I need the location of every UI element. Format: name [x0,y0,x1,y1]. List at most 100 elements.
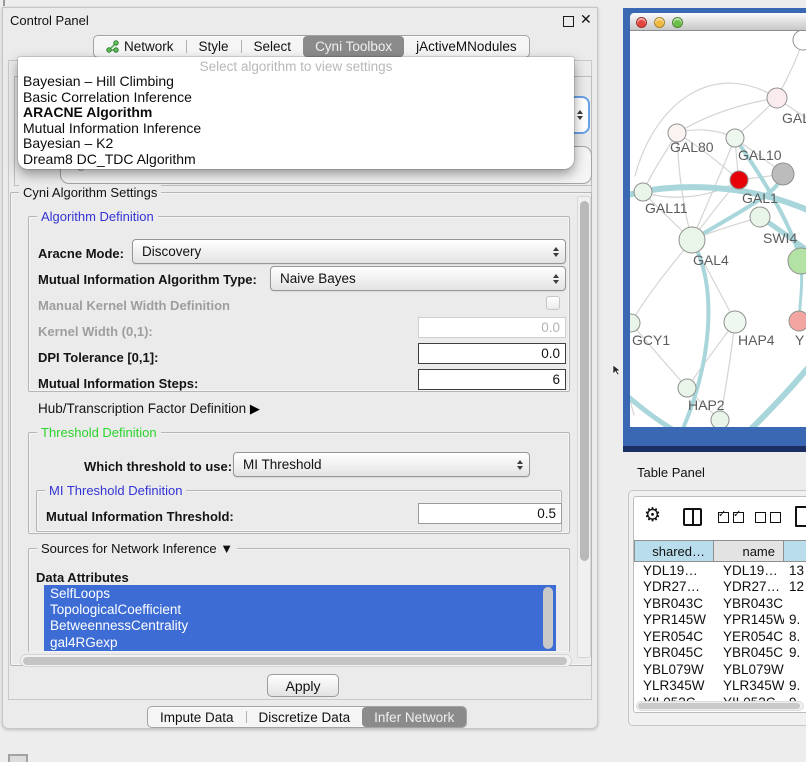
popup-item[interactable]: Dream8 DC_TDC Algorithm [18,152,574,168]
settings-horizontal-scrollbar[interactable] [20,654,572,667]
mi-steps-label: Mutual Information Steps: [38,376,198,391]
network-node-y[interactable] [789,311,806,331]
collapse-down-icon[interactable]: ▼ [220,541,233,556]
tab-infer-network[interactable]: Infer Network [362,707,466,727]
network-edge [726,353,806,427]
tab-discretize-data[interactable]: Discretize Data [247,707,363,727]
table-cell: YBL079W [714,662,784,677]
table-row[interactable]: YER054CYER054C8. [634,628,806,645]
popup-item[interactable]: ARACNE Algorithm [18,105,574,121]
aracne-mode-combo[interactable]: Discovery [132,239,566,264]
settings-vertical-scrollbar[interactable] [577,196,591,658]
column-header[interactable]: name [714,540,784,562]
network-node-swi4[interactable] [750,207,770,227]
popup-item[interactable]: Mutual Information Inference [18,121,574,137]
node-label: Y [795,332,805,348]
network-canvas[interactable]: GALGAL80GAL10GAL1GAL11SWI4GAL4GCY1HAP4YH… [630,31,806,427]
kernel-width-field[interactable]: 0.0 [418,317,566,338]
data-attributes-list[interactable]: SelfLoopsTopologicalCoefficientBetweenne… [44,585,556,651]
which-threshold-value: MI Threshold [243,457,322,472]
mi-type-value: Naive Bayes [280,271,356,286]
tab-impute-data[interactable]: Impute Data [148,707,246,727]
table-horizontal-scrollbar[interactable] [636,701,804,711]
table-cell: 9. [784,645,806,660]
column-header[interactable]: shared… [634,540,714,562]
table-cell: YLR345W [634,678,714,693]
popup-item[interactable]: Bayesian – Hill Climbing [18,74,574,90]
popup-item[interactable]: Bayesian – K2 [18,136,574,152]
threshold-definition-title: Threshold Definition [37,425,161,440]
aracne-mode-value: Discovery [142,244,201,259]
node-label: GAL [782,110,806,126]
minimize-traffic-light-icon[interactable] [654,17,665,28]
network-node-gal11[interactable] [634,183,652,201]
network-edge [687,322,735,388]
table-cell: 8. [784,629,806,644]
network-node-hap2[interactable] [678,379,696,397]
network-node-gcy1[interactable] [630,314,640,332]
which-threshold-combo[interactable]: MI Threshold [233,452,530,477]
scrollbar-thumb[interactable] [23,657,567,665]
table-cell: 9. [784,678,806,693]
network-graph: GALGAL80GAL10GAL1GAL11SWI4GAL4GCY1HAP4YH… [630,31,806,427]
tab-jactivemnodules[interactable]: jActiveMNodules [404,36,529,57]
close-icon[interactable]: ✕ [580,11,592,28]
network-node-gal10[interactable] [726,129,744,147]
list-item[interactable]: BetweennessCentrality [44,618,556,634]
network-node-gal[interactable] [767,88,787,108]
apply-button[interactable]: Apply [267,674,339,697]
list-item[interactable]: gal4RGexp [44,634,556,650]
list-item[interactable]: TopologicalCoefficient [44,601,556,617]
network-window-frame-bottom [623,446,806,452]
list-scrollbar-thumb[interactable] [543,587,553,649]
tab-network[interactable]: Network [94,36,186,57]
collapsed-panel-button[interactable] [8,754,28,762]
table-cell: YBR043C [634,596,714,611]
scrollbar-thumb[interactable] [638,703,800,709]
network-node-gal1[interactable] [730,171,748,189]
table-cell: 13 [784,563,806,578]
zoom-traffic-light-icon[interactable] [672,17,683,28]
hub-definition-expander[interactable]: Hub/Transcription Factor Definition ▶ [38,401,260,417]
table-cell: YPR145W [634,612,714,627]
spinner-arrows-icon [553,247,559,257]
dpi-tolerance-field[interactable]: 0.0 [418,343,566,364]
manual-kernel-checkbox[interactable] [546,296,560,310]
tab-style[interactable]: Style [187,36,241,57]
network-node[interactable] [772,163,794,185]
network-node-hap4[interactable] [724,311,746,333]
mi-type-combo[interactable]: Naive Bayes [270,266,566,291]
tab-select[interactable]: Select [242,36,304,57]
float-icon[interactable] [563,16,574,27]
unchecked-boxes-icon[interactable] [755,512,781,523]
network-node[interactable] [711,411,729,427]
table-row[interactable]: YPR145WYPR145W9. [634,612,806,629]
network-node[interactable] [793,31,806,50]
table-row[interactable]: YLR345WYLR345W9. [634,678,806,695]
table-row[interactable]: YBR045CYBR045C9. [634,645,806,662]
close-traffic-light-icon[interactable] [636,17,647,28]
tab-label: Discretize Data [259,710,351,725]
network-edge [631,240,692,323]
popup-item[interactable]: Basic Correlation Inference [18,90,574,106]
mi-threshold-field[interactable]: 0.5 [418,503,562,524]
table-row[interactable]: YDR27…YDR27…12 [634,579,806,596]
network-node-gal4[interactable] [679,227,705,253]
scrollbar-thumb[interactable] [580,201,589,561]
list-item[interactable]: SelfLoops [44,585,556,601]
mi-steps-field[interactable]: 6 [418,369,566,390]
table-row[interactable]: YDL19…YDL19…13 [634,562,806,579]
gear-icon[interactable]: ⚙ [644,506,661,526]
table-cell: YBL079W [634,662,714,677]
column-header[interactable]: A [784,540,806,562]
document-icon[interactable] [795,506,806,527]
node-label: GAL11 [645,200,688,216]
mi-threshold-group-title: MI Threshold Definition [45,483,186,498]
table-row[interactable]: YBL079WYBL079W [634,661,806,678]
checked-boxes-icon[interactable] [718,512,744,523]
table-row[interactable]: YIL052CYIL052C9 [634,694,806,701]
network-node[interactable] [788,248,806,274]
columns-icon[interactable] [683,508,702,526]
tab-cyni-toolbox[interactable]: Cyni Toolbox [303,36,404,57]
table-row[interactable]: YBR043CYBR043C [634,595,806,612]
